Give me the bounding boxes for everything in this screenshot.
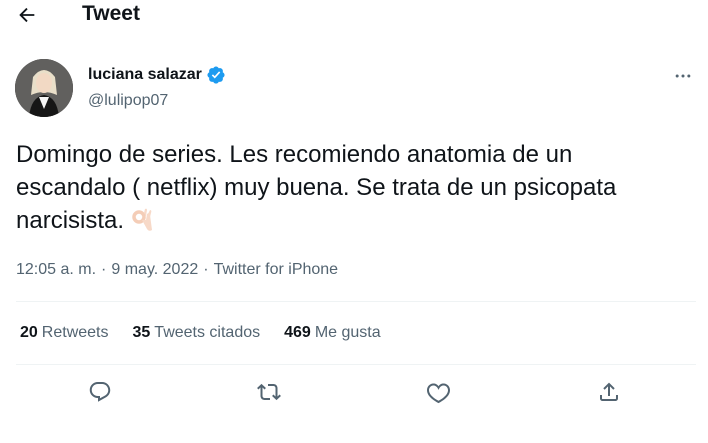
verified-badge-icon — [206, 65, 226, 85]
tweet-body: Domingo de series. Les recomiendo anatom… — [16, 138, 676, 237]
engagement-stats: 20 Retweets 35 Tweets citados 469 Me gus… — [20, 322, 405, 344]
share-button[interactable] — [591, 374, 627, 410]
likes-stat[interactable]: 469 Me gusta — [284, 322, 381, 344]
tweet-text: Domingo de series. Les recomiendo anatom… — [16, 141, 617, 234]
meta-separator: · — [203, 261, 209, 278]
stat-label: Me gusta — [314, 324, 381, 341]
stat-count: 20 — [20, 324, 38, 341]
reply-button[interactable] — [82, 374, 118, 410]
retweet-button[interactable] — [251, 374, 287, 410]
author-display-name[interactable]: luciana salazar — [88, 64, 202, 86]
arrow-left-icon — [19, 7, 35, 23]
quote-tweets-stat[interactable]: 35 Tweets citados — [133, 322, 261, 344]
retweet-icon — [257, 383, 281, 401]
like-heart-icon — [427, 383, 450, 404]
reply-icon — [89, 382, 111, 402]
stat-label: Tweets citados — [154, 324, 261, 341]
page-title: Tweet — [82, 2, 140, 25]
author-info: luciana salazar @lulipop07 — [88, 64, 226, 112]
meta-separator: · — [101, 261, 107, 278]
like-button[interactable] — [421, 374, 457, 410]
tweet-source[interactable]: Twitter for iPhone — [214, 261, 339, 278]
tweet-date[interactable]: 9 may. 2022 — [111, 261, 198, 278]
more-dots-icon — [675, 74, 691, 78]
more-options-button[interactable] — [668, 64, 698, 88]
stat-label: Retweets — [41, 324, 109, 341]
author-handle[interactable]: @lulipop07 — [88, 90, 226, 112]
ok-hand-emoji — [130, 207, 156, 233]
back-button[interactable] — [10, 0, 44, 30]
stat-count: 35 — [132, 324, 151, 341]
tweet-time[interactable]: 12:05 a. m. — [16, 261, 96, 278]
divider — [16, 364, 696, 365]
divider — [16, 301, 696, 302]
action-bar — [0, 374, 708, 410]
share-icon — [600, 382, 618, 401]
header-bar: Tweet — [0, 0, 708, 32]
retweets-stat[interactable]: 20 Retweets — [20, 322, 109, 344]
avatar[interactable] — [15, 59, 73, 117]
stat-count: 469 — [284, 324, 311, 341]
tweet-metadata: 12:05 a. m. · 9 may. 2022 · Twitter for iPho… — [16, 259, 338, 281]
